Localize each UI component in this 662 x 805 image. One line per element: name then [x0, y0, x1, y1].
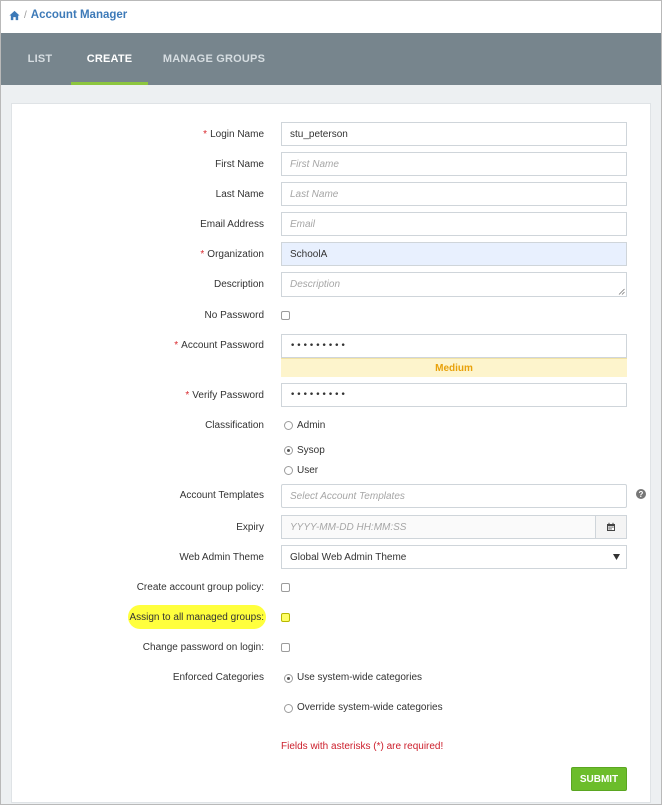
web-admin-theme-value: Global Web Admin Theme: [290, 551, 407, 563]
web-admin-theme-select[interactable]: Global Web Admin Theme: [281, 545, 627, 569]
organization-label: * Organization: [200, 249, 264, 260]
create-group-policy-label: Create account group policy:: [136, 582, 264, 593]
override-categories-label[interactable]: Override system-wide categories: [297, 702, 443, 713]
assign-all-groups-label: Assign to all managed groups:: [129, 612, 264, 623]
resize-grip-icon[interactable]: [618, 288, 625, 295]
last-name-input[interactable]: [281, 182, 627, 206]
home-icon[interactable]: [9, 10, 20, 21]
classification-admin-label[interactable]: Admin: [297, 420, 325, 431]
classification-user-radio[interactable]: [284, 466, 293, 475]
first-name-label: First Name: [215, 159, 264, 170]
classification-user-label[interactable]: User: [297, 465, 318, 476]
description-textarea[interactable]: [281, 272, 627, 297]
create-group-policy-checkbox[interactable]: [281, 583, 290, 592]
account-password-input[interactable]: [281, 334, 627, 358]
assign-all-groups-checkbox[interactable]: [281, 613, 290, 622]
expiry-label: Expiry: [236, 522, 264, 533]
question-circle-icon[interactable]: ?: [636, 489, 646, 499]
verify-password-label: * Verify Password: [185, 390, 264, 401]
expiry-calendar-button[interactable]: [595, 515, 627, 539]
use-system-categories-radio[interactable]: [284, 674, 293, 683]
create-account-panel: [11, 103, 651, 803]
breadcrumb-current[interactable]: Account Manager: [31, 9, 128, 21]
breadcrumb-separator: /: [24, 9, 27, 21]
description-label: Description: [213, 279, 264, 290]
last-name-label: Last Name: [215, 189, 264, 200]
account-templates-input[interactable]: [281, 484, 627, 508]
web-admin-theme-label: Web Admin Theme: [179, 552, 264, 563]
login-name-input[interactable]: [281, 122, 627, 146]
change-password-label: Change password on login:: [142, 642, 264, 653]
change-password-checkbox[interactable]: [281, 643, 290, 652]
account-templates-label: Account Templates: [179, 490, 264, 501]
enforced-categories-label: Enforced Categories: [172, 672, 264, 683]
classification-sysop-label[interactable]: Sysop: [297, 445, 325, 456]
no-password-label: No Password: [204, 310, 264, 321]
required-fields-note: Fields with asterisks (*) are required!: [281, 741, 444, 752]
breadcrumb: / Account Manager: [9, 7, 127, 23]
login-name-label: * Login Name: [203, 129, 264, 140]
email-label: Email Address: [200, 219, 264, 230]
chevron-down-icon: [613, 554, 620, 560]
calendar-icon: [607, 522, 615, 531]
classification-sysop-radio[interactable]: [284, 446, 293, 455]
organization-input[interactable]: [281, 242, 627, 266]
expiry-input[interactable]: [281, 515, 596, 539]
submit-button[interactable]: SUBMIT: [571, 767, 627, 791]
use-system-categories-label[interactable]: Use system-wide categories: [297, 672, 422, 683]
tab-bar: LIST CREATE MANAGE GROUPS: [1, 33, 661, 85]
no-password-checkbox[interactable]: [281, 311, 290, 320]
tab-list[interactable]: LIST: [19, 33, 61, 85]
tab-create[interactable]: CREATE: [71, 33, 148, 85]
tab-manage-groups[interactable]: MANAGE GROUPS: [157, 33, 271, 85]
override-categories-radio[interactable]: [284, 704, 293, 713]
classification-admin-radio[interactable]: [284, 421, 293, 430]
classification-label: Classification: [205, 420, 264, 431]
email-input[interactable]: [281, 212, 627, 236]
verify-password-input[interactable]: [281, 383, 627, 407]
first-name-input[interactable]: [281, 152, 627, 176]
password-strength-indicator: Medium: [281, 358, 627, 377]
account-password-label: * Account Password: [174, 340, 264, 351]
